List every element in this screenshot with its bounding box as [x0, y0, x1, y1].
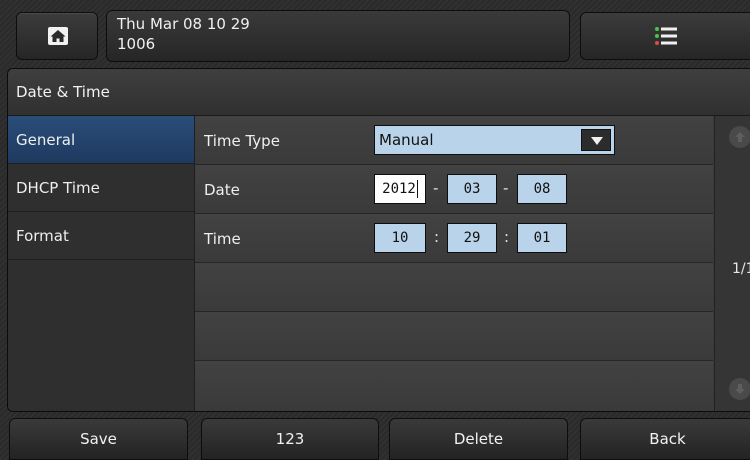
empty-row [195, 312, 713, 361]
date-separator: - [433, 179, 439, 197]
save-button[interactable]: Save [9, 418, 188, 460]
softkey-bar: Save 123 Delete Back [0, 418, 750, 460]
menu-list-icon [655, 27, 677, 45]
date-label: Date [204, 181, 240, 199]
scroll-down-button[interactable] [729, 378, 750, 400]
settings-panel: Date & Time General DHCP Time Format Tim… [7, 68, 750, 412]
date-row: Date 2012 - 03 - 08 [195, 165, 713, 214]
sidebar-item-label: Format [16, 227, 69, 245]
top-bar: Thu Mar 08 10 29 1006 [0, 0, 750, 66]
empty-row [195, 263, 713, 312]
time-separator: : [434, 228, 440, 246]
second-field[interactable]: 01 [517, 223, 567, 253]
home-icon [48, 27, 68, 45]
status-display: Thu Mar 08 10 29 1006 [106, 10, 570, 62]
settings-content: Time Type Manual Date 2012 - 03 - 08 Tim… [195, 116, 713, 411]
home-button[interactable] [16, 12, 98, 60]
sidebar-item-format[interactable]: Format [8, 212, 194, 260]
empty-row [195, 361, 713, 411]
sidebar-item-label: General [16, 131, 76, 149]
date-time-status: Thu Mar 08 10 29 [117, 15, 250, 33]
sidebar-item-general[interactable]: General [8, 116, 194, 164]
time-row: Time 10 : 29 : 01 [195, 214, 713, 263]
time-type-value: Manual [379, 131, 434, 149]
text-cursor [416, 180, 418, 198]
minute-field[interactable]: 29 [447, 223, 497, 253]
year-field[interactable]: 2012 [374, 174, 426, 204]
time-type-row: Time Type Manual [195, 116, 713, 165]
month-field[interactable]: 03 [447, 174, 497, 204]
time-type-select[interactable]: Manual [374, 125, 615, 155]
page-title: Date & Time [16, 83, 110, 101]
sidebar-item-label: DHCP Time [16, 179, 100, 197]
date-separator: - [503, 179, 509, 197]
dropdown-arrow-icon[interactable] [581, 129, 611, 151]
sidebar-item-dhcp-time[interactable]: DHCP Time [8, 164, 194, 212]
page-indicator: 1/1 [732, 261, 750, 277]
input-mode-button[interactable]: 123 [201, 418, 379, 460]
year-value: 2012 [382, 181, 416, 197]
hour-field[interactable]: 10 [374, 223, 426, 253]
arrow-up-icon [735, 132, 745, 142]
time-separator: : [504, 228, 510, 246]
sidebar: General DHCP Time Format [8, 116, 195, 411]
day-field[interactable]: 08 [517, 174, 567, 204]
time-type-label: Time Type [204, 132, 280, 150]
panel-header: Date & Time [8, 69, 750, 116]
back-button[interactable]: Back [580, 418, 750, 460]
extension-label: 1006 [117, 35, 156, 53]
scroll-up-button[interactable] [729, 126, 750, 148]
scroll-column: 1/1 [714, 116, 750, 411]
arrow-down-icon [735, 384, 745, 394]
time-label: Time [204, 230, 241, 248]
menu-button[interactable] [580, 12, 750, 60]
delete-button[interactable]: Delete [389, 418, 568, 460]
